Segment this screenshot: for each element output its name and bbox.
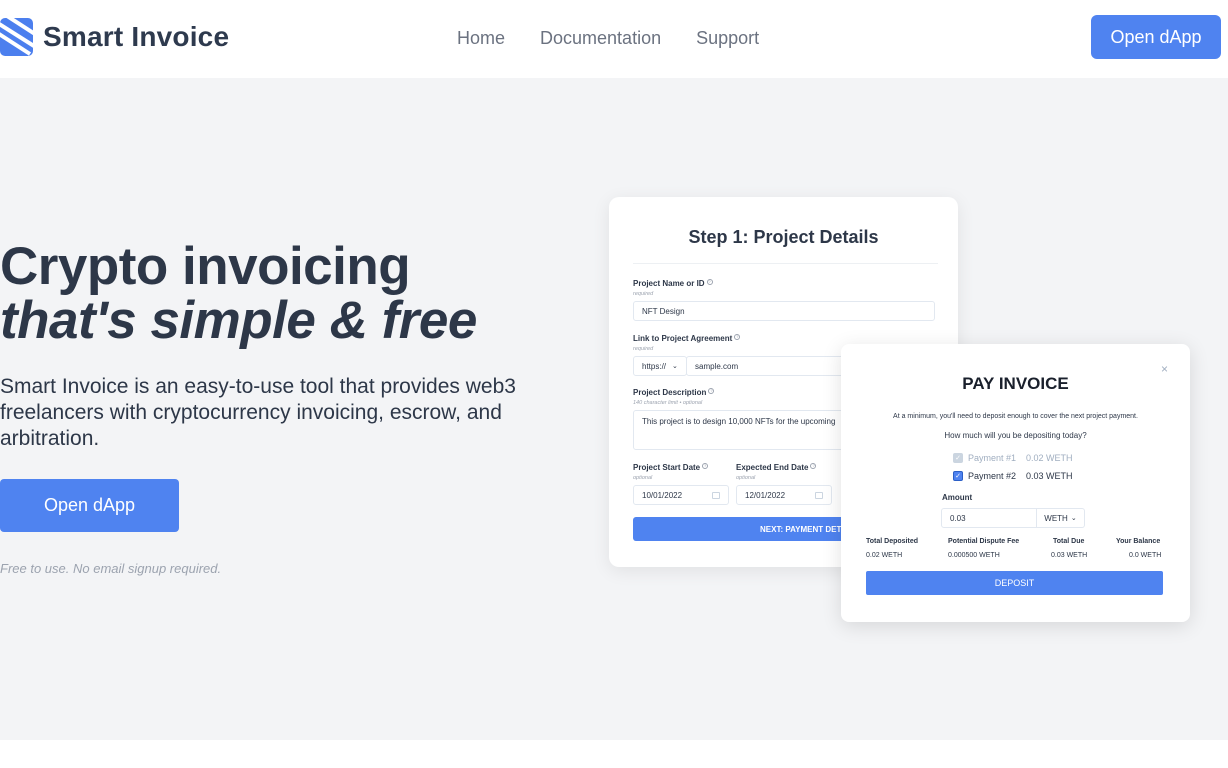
- total-deposited-label: Total Deposited: [866, 538, 918, 545]
- nav-home-link[interactable]: Home: [457, 28, 505, 49]
- end-date-label: Expected End Date?: [736, 463, 817, 472]
- deposit-question: How much will you be depositing today?: [944, 431, 1087, 440]
- info-icon: ?: [708, 388, 715, 394]
- project-name-label: Project Name or ID?: [633, 279, 713, 288]
- divider: [633, 263, 938, 264]
- chevron-down-icon: ⌄: [672, 363, 678, 370]
- page-bottom-strip: [0, 740, 1228, 768]
- start-date-label: Project Start Date?: [633, 463, 709, 472]
- step-title: Step 1: Project Details: [688, 227, 879, 247]
- project-link-hint: required: [633, 346, 654, 352]
- project-name-input[interactable]: NFT Design: [633, 301, 935, 321]
- pay-invoice-preview-card: × PAY INVOICE At a minimum, you'll need …: [841, 344, 1190, 622]
- nav-documentation-link[interactable]: Documentation: [540, 28, 661, 49]
- balance-value: 0.0 WETH: [1129, 552, 1162, 559]
- end-date-input[interactable]: 12/01/2022: [736, 485, 832, 505]
- hero-section: Crypto invoicing that's simple & free Sm…: [0, 78, 1228, 740]
- project-name-hint: required: [633, 291, 654, 297]
- start-date-input[interactable]: 10/01/2022: [633, 485, 729, 505]
- payment-1-amount: 0.02 WETH: [1026, 453, 1073, 463]
- hero-title-line1: Crypto invoicing: [0, 237, 411, 296]
- pay-invoice-title: PAY INVOICE: [962, 374, 1069, 393]
- amount-label: Amount: [942, 493, 973, 502]
- total-due-value: 0.03 WETH: [1051, 552, 1088, 559]
- project-description-label: Project Description?: [633, 388, 715, 397]
- brand-name: Smart Invoice: [43, 21, 230, 52]
- calendar-icon: [815, 491, 823, 499]
- payment-2-label: Payment #2: [968, 471, 1017, 481]
- payment-2-amount: 0.03 WETH: [1026, 471, 1073, 481]
- info-icon: ?: [702, 463, 709, 469]
- payment-1-label: Payment #1: [968, 453, 1017, 463]
- hero-title-line2: that's simple & free: [0, 291, 477, 350]
- minimum-deposit-text: At a minimum, you'll need to deposit eno…: [893, 413, 1138, 420]
- chevron-down-icon: ⌄: [1070, 515, 1077, 522]
- payment-option-2[interactable]: ✓ Payment #2 0.03 WETH: [953, 471, 1073, 481]
- payment-option-1[interactable]: ✓ Payment #1 0.02 WETH: [953, 453, 1073, 463]
- hero-title: Crypto invoicing that's simple & free: [0, 240, 477, 348]
- info-icon: ?: [706, 279, 713, 285]
- project-link-label: Link to Project Agreement?: [633, 334, 741, 343]
- header-open-dapp-button[interactable]: Open dApp: [1091, 15, 1221, 59]
- info-icon: ?: [810, 463, 817, 469]
- smart-invoice-logo-icon: [0, 18, 33, 56]
- total-deposited-value: 0.02 WETH: [866, 552, 903, 559]
- start-date-hint: optional: [633, 475, 653, 481]
- dispute-fee-label: Potential Dispute Fee: [948, 538, 1020, 545]
- total-due-label: Total Due: [1053, 538, 1085, 545]
- end-date-hint: optional: [736, 475, 756, 481]
- site-header: Smart Invoice Home Documentation Support…: [0, 0, 1228, 78]
- hero-open-dapp-button[interactable]: Open dApp: [0, 479, 179, 532]
- checkbox-checked-icon: ✓: [953, 471, 963, 481]
- amount-input[interactable]: 0.03: [941, 508, 1037, 528]
- nav-support-link[interactable]: Support: [696, 28, 759, 49]
- dispute-fee-value: 0.000500 WETH: [948, 552, 1000, 559]
- main-nav: Home Documentation Support: [457, 28, 759, 49]
- info-icon: ?: [734, 334, 741, 340]
- balance-label: Your Balance: [1116, 538, 1161, 545]
- token-select[interactable]: WETH ⌄: [1037, 508, 1085, 528]
- deposit-button[interactable]: DEPOSIT: [866, 571, 1163, 595]
- protocol-select[interactable]: https://⌄: [633, 356, 687, 376]
- brand-logo[interactable]: Smart Invoice: [0, 18, 229, 56]
- hero-description: Smart Invoice is an easy-to-use tool tha…: [0, 375, 516, 450]
- hero-note: Free to use. No email signup required.: [0, 561, 222, 576]
- checkbox-checked-disabled-icon: ✓: [953, 453, 963, 463]
- next-payment-details-button[interactable]: NEXT: PAYMENT DETAILS: [633, 517, 873, 541]
- project-description-hint: 140 character limit • optional: [633, 400, 703, 406]
- calendar-icon: [712, 491, 720, 499]
